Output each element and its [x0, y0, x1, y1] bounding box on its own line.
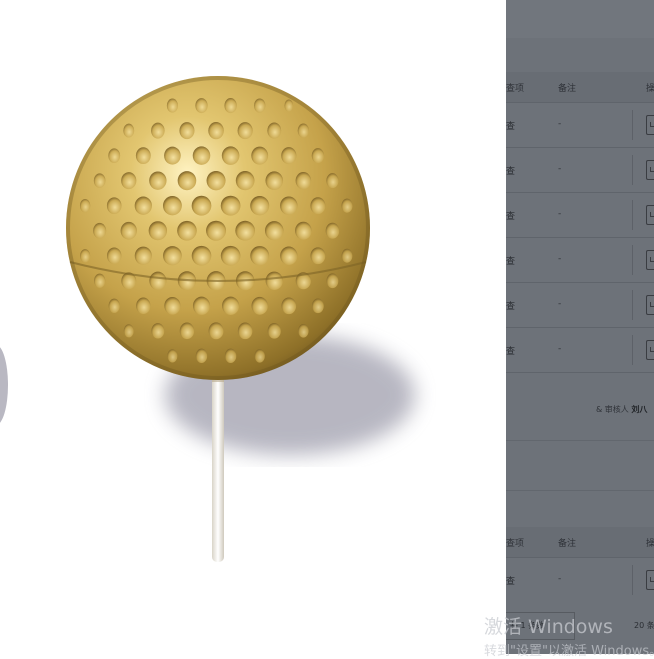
tee	[212, 372, 224, 562]
table-header-2: 查项 备注 操	[506, 527, 654, 557]
golf-ball-photo	[0, 0, 506, 654]
reviewer-name: 刘八	[631, 405, 648, 414]
reviewer-info: & 审核人 刘八	[596, 404, 647, 415]
table-row[interactable]: 查 -	[506, 102, 654, 148]
edit-icon[interactable]	[646, 205, 654, 225]
table-row[interactable]: 查 -	[506, 327, 654, 373]
col-action: 操	[646, 539, 654, 549]
edit-icon[interactable]	[646, 160, 654, 180]
windows-activation-watermark: 激活 Windows 转到"设置"以激活 Windows。	[484, 612, 654, 659]
panel-top-bar	[506, 0, 654, 38]
col-check-item: 查项	[506, 539, 525, 549]
edit-icon[interactable]	[646, 115, 654, 135]
table-row[interactable]: 查 -	[506, 557, 654, 603]
watermark-title: 激活 Windows	[484, 616, 613, 638]
edit-icon[interactable]	[646, 250, 654, 270]
col-note: 备注	[558, 539, 577, 549]
edit-icon[interactable]	[646, 570, 654, 590]
golf-ball-illustration	[0, 76, 415, 562]
col-note: 备注	[558, 84, 577, 94]
edit-icon[interactable]	[646, 295, 654, 315]
table-header: 查项 备注 操	[506, 72, 654, 102]
table-row[interactable]: 查 -	[506, 147, 654, 193]
edit-icon[interactable]	[646, 340, 654, 360]
table-row[interactable]: 查 -	[506, 282, 654, 328]
col-check-item: 查项	[506, 84, 525, 94]
watermark-subtitle: 转到"设置"以激活 Windows。	[484, 644, 654, 659]
table-row[interactable]: 查 -	[506, 237, 654, 283]
neighbor-ball-edge	[0, 347, 8, 423]
admin-table-panel: 查项 备注 操 查 - 查 - 查 - 查 - 查 - 查 - & 审核人 刘八…	[506, 0, 654, 654]
reviewer-label: & 审核人	[596, 405, 629, 414]
table-row[interactable]: 查 -	[506, 192, 654, 238]
col-action: 操	[646, 84, 654, 94]
